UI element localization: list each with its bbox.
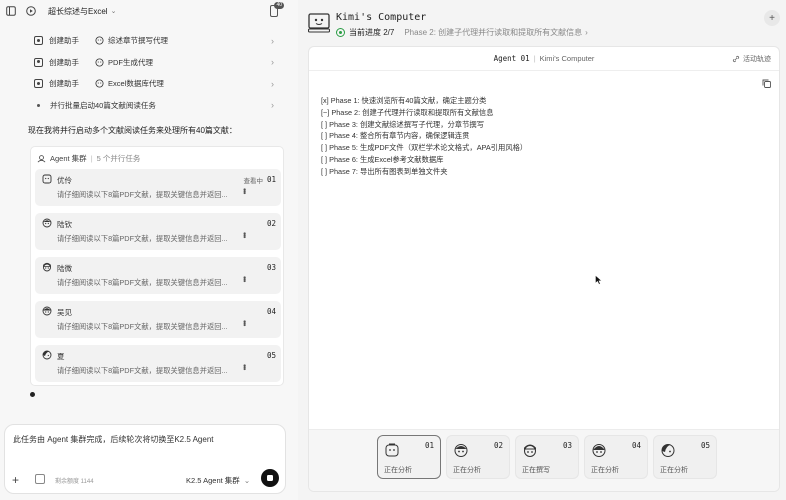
swarm-header: Agent 集群 | 5 个并行任务 <box>31 147 283 169</box>
chat-panel: 超长综述与Excel ⌄ 40 创建助手 综述章节撰写代理 › 创建助手 PDF… <box>0 0 298 500</box>
assistant-icon <box>34 79 43 89</box>
todo-item: [ ] Phase 5: 生成PDF文件（双栏学术论文格式，APA引用风格） <box>321 143 528 153</box>
agent-avatar-icon <box>385 443 399 457</box>
agent-avatar-icon <box>42 174 52 184</box>
step-item[interactable]: 创建助手 PDF生成代理 › <box>30 52 280 74</box>
assistant-icon <box>34 36 43 46</box>
agent-row[interactable]: 优伶 查看中 01 请仔细阅读以下8篇PDF文献，提取关键信息并返回... ••… <box>35 169 281 206</box>
computer-screen: Agent 01 | Kimi's Computer 活动轨迹 [x] Phas… <box>308 46 780 492</box>
more-icon[interactable]: ••• <box>240 188 249 193</box>
chevron-right-icon: › <box>271 78 274 89</box>
progress-status-icon <box>336 28 345 37</box>
more-icon[interactable]: ••• <box>240 276 249 281</box>
chevron-right-icon: › <box>271 100 274 111</box>
agent-tile[interactable]: 03 正在撰写 <box>515 435 579 479</box>
more-icon[interactable]: ••• <box>240 320 249 325</box>
agent-avatar-icon <box>592 444 606 457</box>
agent-avatar-icon <box>42 218 52 228</box>
step-item[interactable]: 并行批量启动40篇文献阅读任务 › <box>30 95 280 117</box>
tab-computer[interactable]: Kimi's Computer <box>540 54 595 63</box>
agent-avatar-icon <box>95 58 104 67</box>
model-selector[interactable]: K2.5 Agent 集群 ⌄ <box>186 475 250 486</box>
agent-avatar-icon <box>454 444 468 457</box>
todo-item: [ ] Phase 7: 导出所有图表到单独文件夹 <box>321 166 448 176</box>
agent-avatar-icon <box>42 350 52 360</box>
agent-strip: 01 正在分析 02 正在分析 03 正在撰写 04 正在分析 05 正在分析 <box>309 429 779 491</box>
conversation-title[interactable]: 超长综述与Excel ⌄ <box>48 6 116 17</box>
message-composer[interactable]: 此任务由 Agent 集群完成，后续轮次将切换至K2.5 Agent + 剩余额… <box>4 424 286 494</box>
chevron-right-icon: › <box>271 57 274 68</box>
todo-item: [~] Phase 2: 创建子代理并行读取和提取所有文献信息 <box>321 107 494 117</box>
chevron-right-icon: › <box>271 35 274 46</box>
image-icon[interactable] <box>35 474 45 484</box>
todo-item: [ ] Phase 6: 生成Excel参考文献数据库 <box>321 154 444 164</box>
bullet-icon <box>37 103 40 107</box>
assistant-message: 现在我将并行启动多个文献阅读任务来处理所有40篇文献： <box>28 126 237 135</box>
agent-row[interactable]: 陆微 03 请仔细阅读以下8篇PDF文献，提取关键信息并返回... ••• <box>35 257 281 294</box>
screen-tabs: Agent 01 | Kimi's Computer 活动轨迹 <box>309 47 779 71</box>
play-circle-icon[interactable] <box>26 6 36 16</box>
progress-row[interactable]: 当前进度 2/7 Phase 2: 创建子代理并行读取和提取所有文献信息 › <box>336 27 588 38</box>
agent-avatar-icon <box>661 444 675 457</box>
step-list: 创建助手 综述章节撰写代理 › 创建助手 PDF生成代理 › 创建助手 Exce… <box>30 30 280 116</box>
computer-header: Kimi's Computer 当前进度 2/7 Phase 2: 创建子代理并… <box>308 10 780 44</box>
agent-tile[interactable]: 01 正在分析 <box>377 435 441 479</box>
agent-avatar-icon <box>95 79 104 88</box>
stop-button[interactable] <box>261 469 279 487</box>
todo-item: [ ] Phase 4: 整合所有章节内容，确保逻辑连贯 <box>321 131 470 141</box>
chevron-down-icon: ⌄ <box>243 476 251 485</box>
more-icon[interactable]: ••• <box>240 232 249 237</box>
todo-item: [x] Phase 1: 快速浏览所有40篇文献，确定主题分类 <box>321 96 487 105</box>
todo-list: [x] Phase 1: 快速浏览所有40篇文献，确定主题分类 [~] Phas… <box>321 95 527 178</box>
agent-row[interactable]: 夏 05 请仔细阅读以下8篇PDF文献，提取关键信息并返回... ••• <box>35 345 281 382</box>
swarm-icon <box>37 154 46 162</box>
chevron-right-icon: › <box>585 28 588 37</box>
chat-topbar: 超长综述与Excel ⌄ 40 <box>0 0 298 22</box>
agent-avatar-icon <box>42 306 52 316</box>
agent-avatar-icon <box>95 36 104 45</box>
tab-agent[interactable]: Agent 01 <box>494 54 530 63</box>
step-item[interactable]: 创建助手 综述章节撰写代理 › <box>30 30 280 52</box>
quota-label: 剩余额度 1144 <box>55 479 94 485</box>
chevron-down-icon: ⌄ <box>110 8 117 15</box>
computer-icon <box>308 13 330 33</box>
sidebar-toggle-icon[interactable] <box>6 6 16 16</box>
composer-input[interactable]: 此任务由 Agent 集群完成，后续轮次将切换至K2.5 Agent <box>13 434 214 445</box>
todo-item: [ ] Phase 3: 创建文献综述撰写子代理，分章节撰写 <box>321 119 484 129</box>
mouse-cursor-icon <box>595 275 603 285</box>
agent-avatar-icon <box>524 444 536 457</box>
agent-tile[interactable]: 04 正在分析 <box>584 435 648 479</box>
phone-badge: 40 <box>274 2 284 9</box>
activity-track-button[interactable]: 活动轨迹 <box>732 54 771 64</box>
agent-tile[interactable]: 05 正在分析 <box>653 435 717 479</box>
agent-avatar-icon <box>43 262 51 272</box>
more-icon[interactable]: ••• <box>240 364 249 369</box>
computer-panel: Kimi's Computer 当前进度 2/7 Phase 2: 创建子代理并… <box>298 0 786 500</box>
expand-icon[interactable]: + <box>764 10 780 26</box>
typing-indicator <box>30 392 35 397</box>
copy-icon[interactable] <box>762 79 771 88</box>
step-item[interactable]: 创建助手 Excel数据库代理 › <box>30 73 280 95</box>
link-icon <box>732 55 740 63</box>
computer-title: Kimi's Computer <box>336 12 427 23</box>
agent-swarm-card: Agent 集群 | 5 个并行任务 优伶 查看中 01 请仔细阅读以下8篇PD… <box>30 146 284 386</box>
agent-row[interactable]: 陆钦 02 请仔细阅读以下8篇PDF文献，提取关键信息并返回... ••• <box>35 213 281 250</box>
add-attachment-button[interactable]: + <box>12 473 19 487</box>
assistant-icon <box>34 57 43 67</box>
agent-row[interactable]: 吴见 04 请仔细阅读以下8篇PDF文献，提取关键信息并返回... ••• <box>35 301 281 338</box>
agent-tile[interactable]: 02 正在分析 <box>446 435 510 479</box>
